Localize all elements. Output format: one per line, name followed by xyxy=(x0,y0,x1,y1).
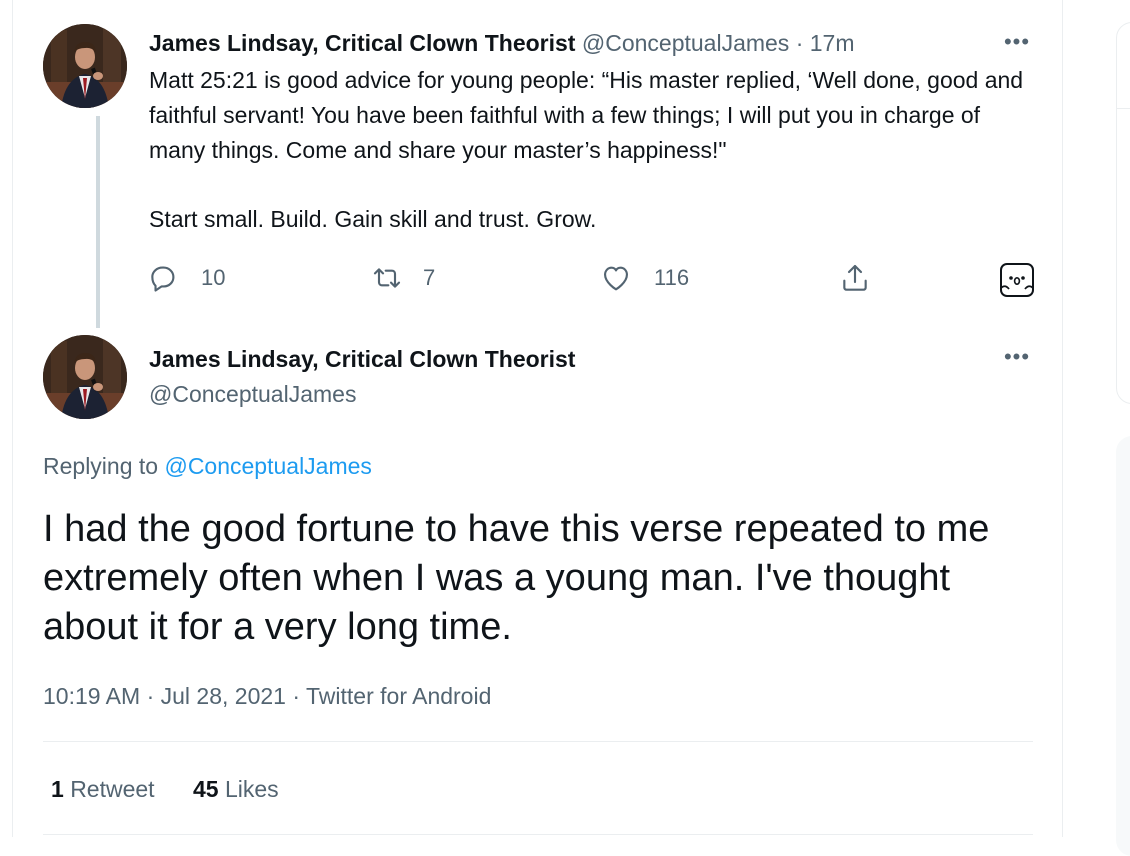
more-horizontal-icon: ••• xyxy=(1003,344,1031,369)
display-name[interactable]: James Lindsay, Critical Clown Theorist xyxy=(149,30,575,56)
tweet-header: James Lindsay, Critical Clown Theorist @… xyxy=(149,28,855,58)
user-handle[interactable]: @ConceptualJames xyxy=(582,30,789,56)
more-horizontal-icon: ••• xyxy=(1003,29,1031,54)
tweet-paragraph: Start small. Build. Gain skill and trust… xyxy=(149,206,597,232)
reply-count: 10 xyxy=(201,265,226,290)
ghost-face-icon xyxy=(1000,263,1034,297)
tweet-client[interactable]: Twitter for Android xyxy=(306,683,491,709)
more-options-button[interactable]: ••• xyxy=(999,344,1035,369)
avatar[interactable] xyxy=(43,24,127,108)
parent-tweet[interactable]: James Lindsay, Critical Clown Theorist @… xyxy=(13,0,1061,330)
tweet-actions: 10 7 116 xyxy=(13,258,1061,298)
display-name[interactable]: James Lindsay, Critical Clown Theorist xyxy=(149,343,575,375)
sidebar-divider xyxy=(1117,108,1130,109)
extension-button[interactable] xyxy=(999,260,1035,300)
retweets-stat[interactable]: 1 Retweet xyxy=(51,776,155,802)
likes-label: Likes xyxy=(224,776,279,802)
separator: · xyxy=(146,683,155,709)
replying-to-link[interactable]: @ConceptualJames xyxy=(164,453,371,479)
divider xyxy=(43,741,1033,742)
like-button[interactable]: 116 xyxy=(600,258,689,298)
replying-prefix: Replying to xyxy=(43,453,159,479)
tweet-time[interactable]: 10:19 AM xyxy=(43,683,140,709)
share-button[interactable] xyxy=(839,258,871,298)
retweets-label: Retweet xyxy=(70,776,155,802)
like-count: 116 xyxy=(654,265,690,290)
replying-to: Replying to @ConceptualJames xyxy=(43,450,372,482)
likes-count: 45 xyxy=(192,776,219,802)
likes-stat[interactable]: 45 Likes xyxy=(193,776,279,802)
tweet-text: Matt 25:21 is good advice for young peop… xyxy=(149,63,1039,237)
retweet-icon xyxy=(373,268,401,288)
retweets-count: 1 xyxy=(51,776,64,802)
retweet-count: 7 xyxy=(423,265,436,290)
reply-icon xyxy=(151,266,175,292)
tweet-stats: 1 Retweet 45 Likes xyxy=(51,773,311,805)
separator: · xyxy=(292,683,301,709)
tweet-metadata: 10:19 AM · Jul 28, 2021 · Twitter for An… xyxy=(43,680,491,712)
sidebar-trends-card xyxy=(1116,436,1130,856)
share-icon xyxy=(843,264,867,291)
tweet-paragraph: Matt 25:21 is good advice for young peop… xyxy=(149,67,1024,163)
heart-icon xyxy=(604,266,628,291)
user-handle[interactable]: @ConceptualJames xyxy=(149,378,356,410)
reply-button[interactable]: 10 xyxy=(147,258,225,298)
retweet-button[interactable]: 7 xyxy=(371,258,435,298)
avatar[interactable] xyxy=(43,335,127,419)
timestamp[interactable]: 17m xyxy=(810,30,855,56)
divider xyxy=(43,834,1033,835)
sidebar-search-card xyxy=(1116,22,1130,404)
more-options-button[interactable]: ••• xyxy=(999,29,1035,54)
separator: · xyxy=(795,30,804,56)
tweet-date[interactable]: Jul 28, 2021 xyxy=(161,683,286,709)
tweet-text: I had the good fortune to have this vers… xyxy=(43,508,990,648)
